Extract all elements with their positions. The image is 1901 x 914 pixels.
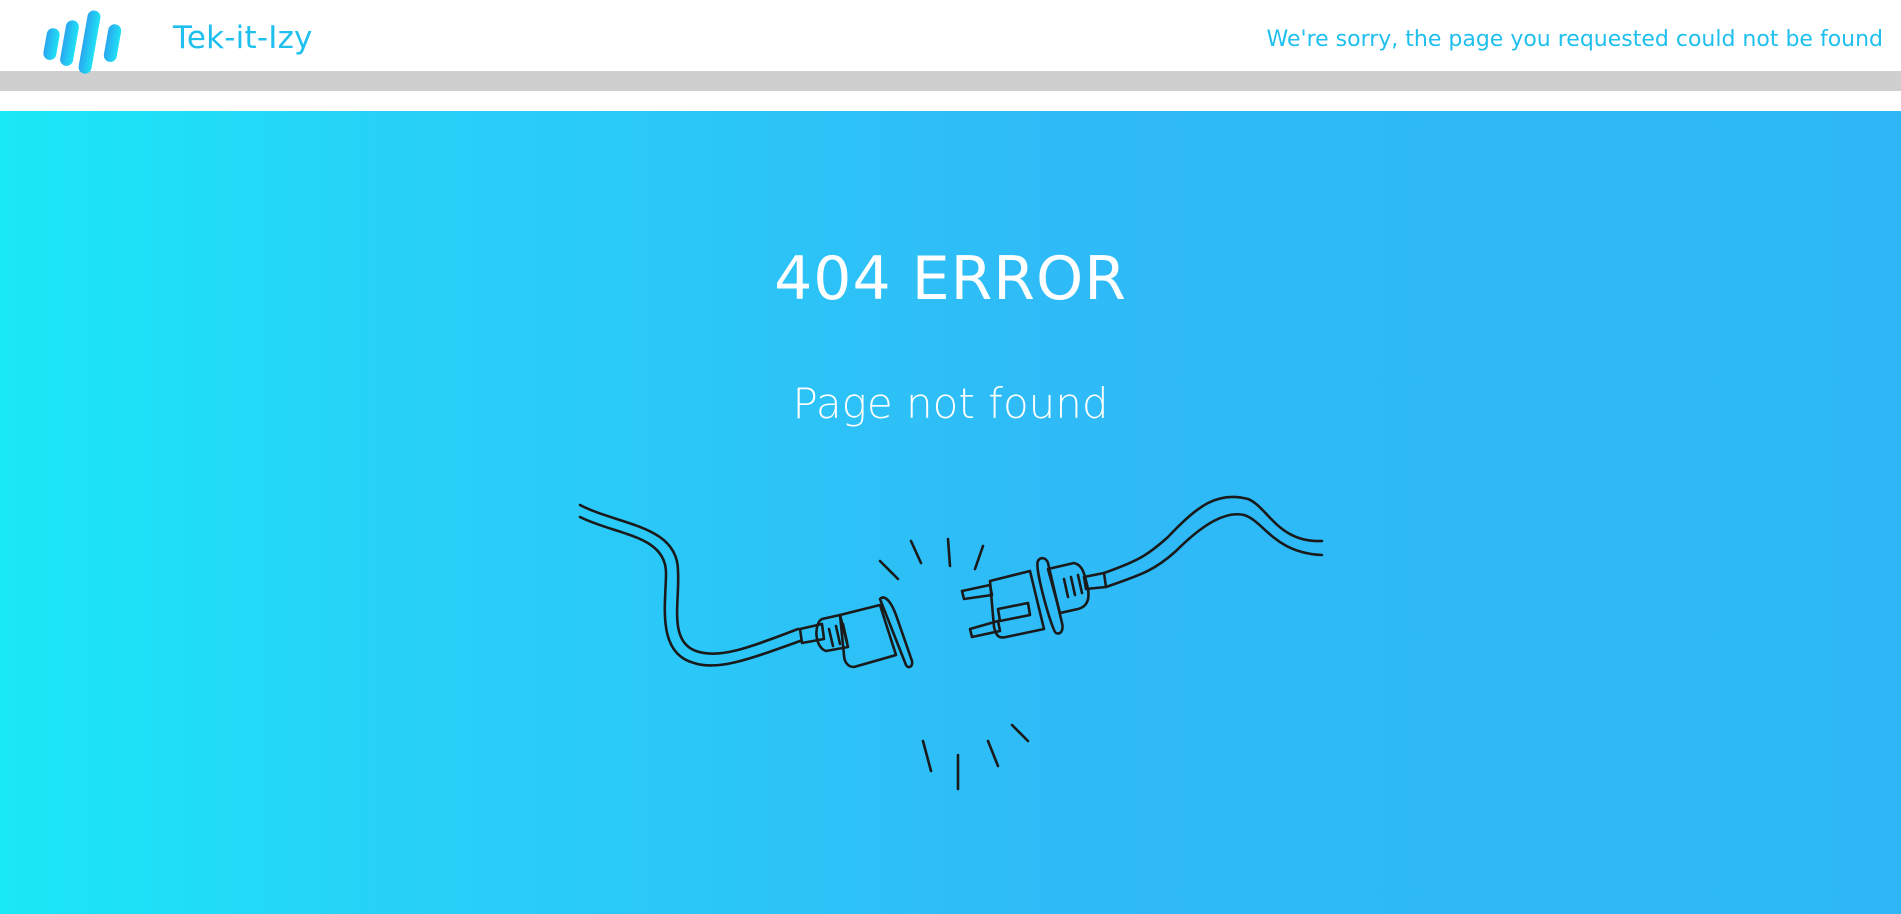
- error-subtitle: Page not found: [792, 379, 1109, 428]
- site-header: Tek-it-Izy We're sorry, the page you req…: [0, 0, 1901, 91]
- error-hero: 404 ERROR Page not found: [0, 111, 1901, 914]
- brand-bars-logo-icon: [43, 10, 122, 74]
- brand-name-link[interactable]: Tek-it-Izy: [173, 20, 313, 56]
- not-found-message: We're sorry, the page you requested coul…: [1266, 27, 1883, 52]
- unplugged-cable-icon: [578, 495, 1324, 791]
- error-title: 404 ERROR: [774, 244, 1127, 314]
- brand-logo-link[interactable]: [43, 8, 133, 78]
